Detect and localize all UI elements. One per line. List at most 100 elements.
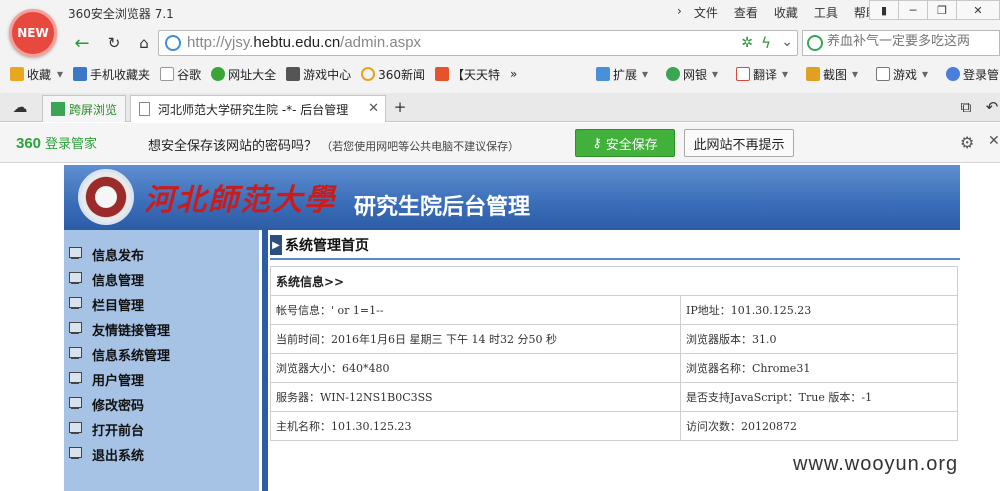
search-input[interactable] xyxy=(827,34,999,49)
taobao-icon xyxy=(435,67,450,81)
home-icon[interactable]: ⌂ xyxy=(134,33,154,53)
close-window-icon[interactable]: ✕ xyxy=(956,0,1000,20)
globe-icon xyxy=(165,35,181,51)
info-header: 系统信息>> xyxy=(270,266,958,296)
browser-chrome: NEW 360安全浏览器 7.1 › 文件 查看 收藏 工具 帮助 ▮ ─ ❐ … xyxy=(0,0,1000,122)
collapse-arrow-icon[interactable]: ▶ xyxy=(270,235,282,255)
password-save-hint: （若您使用网吧等公共电脑不建议保存） xyxy=(321,140,520,153)
current-time-cell: 当前时间：2016年1月6日 星期三 下午 14 时32 分50 秒 xyxy=(270,324,681,354)
search-box[interactable] xyxy=(802,30,1000,56)
login-manager-brand: 360 登录管家 xyxy=(16,135,98,152)
sidebar-item-column-manage[interactable]: 栏目管理 xyxy=(64,293,254,315)
address-bar[interactable]: http://yjsy.hebtu.edu.cn/admin.aspx ✲ ϟ … xyxy=(158,30,798,56)
tool-bank[interactable]: 网银 ▾ xyxy=(666,66,718,83)
safe-save-button[interactable]: ⚷ 安全保存 xyxy=(575,129,675,157)
app-title: 360安全浏览器 7.1 xyxy=(68,7,174,21)
search-engine-icon[interactable] xyxy=(807,35,823,51)
account-info-cell: 帐号信息：' or 1=1-- xyxy=(270,295,681,325)
never-prompt-button[interactable]: 此网站不再提示 xyxy=(684,129,794,157)
title-bar: 360安全浏览器 7.1 › 文件 查看 收藏 工具 帮助 ▮ ─ ❐ ✕ xyxy=(0,0,1000,26)
admin-sidebar: 信息发布 信息管理 栏目管理 友情链接管理 信息系统管理 用户管理 修改密码 打… xyxy=(64,230,261,491)
fav-item-hao[interactable]: 网址大全 xyxy=(211,66,276,83)
banner-title: 研究生院后台管理 xyxy=(354,195,531,220)
university-seal-icon xyxy=(78,169,134,225)
fav-item-collect[interactable]: 收藏 ▾ xyxy=(10,66,63,83)
fav-more[interactable]: » xyxy=(510,67,517,81)
sidebar-item-system-manage[interactable]: 信息系统管理 xyxy=(64,343,254,365)
tab-cross-screen[interactable]: 跨屏浏览 xyxy=(42,95,126,122)
sidebar-item-publish[interactable]: 信息发布 xyxy=(64,243,254,265)
new-tab-button[interactable]: + xyxy=(390,97,410,117)
sidebar-item-info-manage[interactable]: 信息管理 xyxy=(64,268,254,290)
minimize-icon[interactable]: ─ xyxy=(898,0,928,20)
phone-icon xyxy=(73,67,88,81)
dropdown-chevron-icon[interactable]: ⌄ xyxy=(781,34,793,50)
shield-icon xyxy=(666,67,680,81)
sidebar-item-links-manage[interactable]: 友情链接管理 xyxy=(64,318,254,340)
monitor-icon xyxy=(68,347,82,361)
system-info-table: 系统信息>> 帐号信息：' or 1=1-- IP地址：101.30.125.2… xyxy=(270,266,958,441)
tool-extensions[interactable]: 扩展 ▾ xyxy=(596,66,648,83)
tab-bar: ☁ 跨屏浏览 河北师范大学研究生院 -*- 后台管理 ✕ + ⧉ ↶ xyxy=(0,93,1000,122)
speed-mode-icon[interactable]: ϟ xyxy=(761,34,771,52)
gear-icon[interactable]: ⚙ xyxy=(960,133,974,152)
key-icon: ⚷ xyxy=(592,135,602,151)
monitor-icon xyxy=(68,422,82,436)
controller-icon xyxy=(876,67,890,81)
menu-item-file[interactable]: 文件 xyxy=(694,4,718,21)
sidebar-item-user-manage[interactable]: 用户管理 xyxy=(64,368,254,390)
sidebar-item-logout[interactable]: 退出系统 xyxy=(64,443,254,465)
browser-size-cell: 浏览器大小：640*480 xyxy=(270,353,681,383)
page-title: 系统管理首页 xyxy=(285,238,369,254)
news-icon xyxy=(361,67,376,81)
menu-item-view[interactable]: 查看 xyxy=(734,4,758,21)
table-row: 主机名称：101.30.125.23 访问次数：20120872 xyxy=(270,411,958,441)
server-cell: 服务器：WIN-12NS1B0C3SS xyxy=(270,382,681,412)
tool-translate[interactable]: 翻译 ▾ xyxy=(736,66,788,83)
sidebar-item-change-password[interactable]: 修改密码 xyxy=(64,393,254,415)
javascript-support-cell: 是否支持JavaScript：True 版本：-1 xyxy=(680,382,958,412)
menu-arrow-icon[interactable]: › xyxy=(677,4,682,21)
table-row: 当前时间：2016年1月6日 星期三 下午 14 时32 分50 秒 浏览器版本… xyxy=(270,324,958,354)
sidebar-item-open-frontend[interactable]: 打开前台 xyxy=(64,418,254,440)
star-icon xyxy=(10,67,24,81)
tab-admin[interactable]: 河北师范大学研究生院 -*- 后台管理 ✕ xyxy=(130,95,386,122)
fav-item-mobile[interactable]: 手机收藏夹 xyxy=(73,66,150,83)
password-save-question: 想安全保存该网站的密码吗？ （若您使用网吧等公共电脑不建议保存） xyxy=(148,139,520,154)
extension-icon xyxy=(596,67,610,81)
fav-item-google[interactable]: 谷歌 xyxy=(160,66,201,83)
content-title-bar: ▶ 系统管理首页 xyxy=(270,232,960,260)
refresh-icon[interactable]: ↻ xyxy=(104,33,124,53)
tab-list-icon[interactable]: ⧉ xyxy=(956,97,976,117)
tool-games[interactable]: 游戏 ▾ xyxy=(876,66,928,83)
undo-close-icon[interactable]: ↶ xyxy=(982,97,1000,117)
restore-icon[interactable]: ❐ xyxy=(927,0,957,20)
monitor-icon xyxy=(68,297,82,311)
fav-item-games[interactable]: 游戏中心 xyxy=(286,66,351,83)
tool-login-manager[interactable]: 登录管 xyxy=(946,66,999,83)
monitor-icon xyxy=(68,447,82,461)
browser-name-cell: 浏览器名称：Chrome31 xyxy=(680,353,958,383)
table-row: 浏览器大小：640*480 浏览器名称：Chrome31 xyxy=(270,353,958,383)
plus-icon xyxy=(211,67,226,81)
security-check-icon[interactable]: ✲ xyxy=(741,35,753,51)
host-name-cell: 主机名称：101.30.125.23 xyxy=(270,411,681,441)
tool-screenshot[interactable]: 截图 ▾ xyxy=(806,66,858,83)
tab-close-icon[interactable]: ✕ xyxy=(368,101,379,116)
watermark: www.wooyun.org xyxy=(793,453,959,475)
cloud-icon[interactable]: ☁ xyxy=(10,97,30,117)
menu-item-tools[interactable]: 工具 xyxy=(814,4,838,21)
page-banner: 河北師范大學 研究生院后台管理 xyxy=(64,165,960,230)
skin-icon[interactable]: ▮ xyxy=(869,0,899,20)
new-badge-icon[interactable]: NEW xyxy=(9,9,57,57)
fav-item-news[interactable]: 360新闻 xyxy=(361,66,425,83)
close-icon[interactable]: ✕ xyxy=(988,133,1000,149)
menu-item-favorites[interactable]: 收藏 xyxy=(774,4,798,21)
monitor-icon xyxy=(68,322,82,336)
url-text[interactable]: http://yjsy.hebtu.edu.cn/admin.aspx xyxy=(187,34,421,51)
frame-divider[interactable] xyxy=(262,230,268,491)
fav-item-tiantian[interactable]: 【天天特 xyxy=(435,66,500,83)
page-icon xyxy=(160,67,175,81)
window-controls: ▮ ─ ❐ ✕ xyxy=(869,0,1000,20)
back-icon[interactable]: ← xyxy=(72,33,92,54)
